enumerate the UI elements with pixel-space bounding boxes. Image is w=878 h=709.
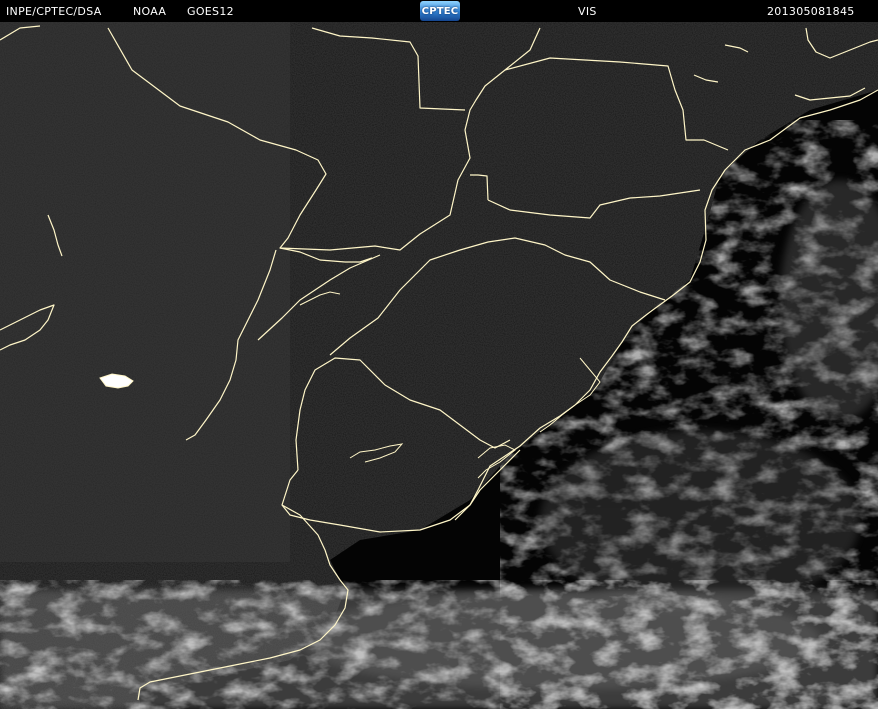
institution-label: INPE/CPTEC/DSA (6, 5, 102, 18)
cptec-logo-icon: CPTEC (420, 1, 460, 21)
logo-text: CPTEC (421, 5, 459, 17)
channel-label: VIS (578, 5, 597, 18)
image-header: INPE/CPTEC/DSA NOAA GOES12 CPTEC VIS 201… (0, 0, 878, 22)
agency-label: NOAA (133, 5, 167, 18)
timestamp-label: 201305081845 (767, 5, 855, 18)
southern-cloud-band (0, 580, 878, 709)
western-haze (0, 22, 290, 562)
satellite-image (0, 22, 878, 709)
satellite-label: GOES12 (187, 5, 234, 18)
